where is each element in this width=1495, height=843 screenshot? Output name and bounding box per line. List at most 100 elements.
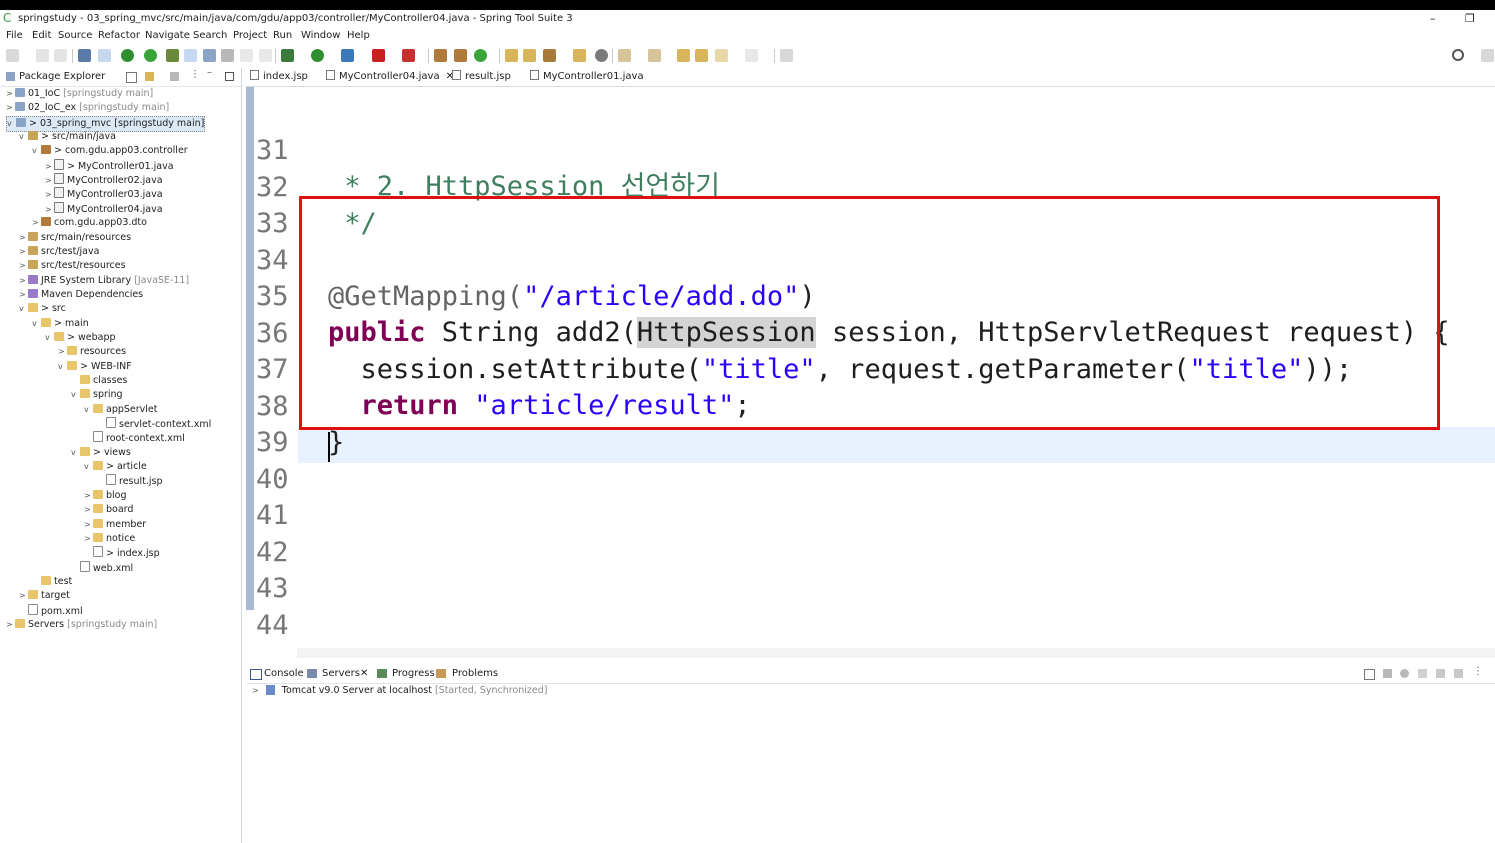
tree-item[interactable]: > src/main/resources <box>19 231 131 245</box>
minimize-button[interactable]: – <box>1430 10 1436 28</box>
menu-run[interactable]: Run <box>273 28 292 44</box>
save-icon[interactable] <box>36 49 49 62</box>
menu-window[interactable]: Window <box>301 28 340 44</box>
menu-search[interactable]: Search <box>193 28 227 44</box>
tree-item[interactable]: > src/test/java <box>19 245 99 259</box>
publish-icon[interactable] <box>1454 669 1463 678</box>
tree-item[interactable]: result.jsp <box>97 474 163 488</box>
menu-edit[interactable]: Edit <box>32 28 51 44</box>
tree-item[interactable]: > MyController02.java <box>45 173 163 187</box>
tree-item[interactable]: > member <box>84 518 146 532</box>
hierarchy-icon[interactable] <box>454 49 467 62</box>
new-class-icon[interactable] <box>474 49 487 62</box>
mark-icon[interactable] <box>184 49 197 62</box>
chevron-down-icon[interactable]: v <box>19 302 28 316</box>
save-all-icon[interactable] <box>54 49 67 62</box>
chevron-right-icon[interactable]: > <box>84 503 93 517</box>
chevron-right-icon[interactable]: > <box>19 245 28 259</box>
menu-source[interactable]: Source <box>58 28 92 44</box>
toggle-icon[interactable] <box>98 49 111 62</box>
refresh-icon[interactable] <box>144 49 157 62</box>
back-icon[interactable] <box>715 49 728 62</box>
pilcrow-icon[interactable] <box>240 49 253 62</box>
chevron-down-icon[interactable]: v <box>58 360 67 374</box>
tab-problems[interactable]: Problems <box>452 668 498 679</box>
link-editor-icon[interactable] <box>145 72 154 81</box>
nav-icon[interactable] <box>259 49 272 62</box>
profile-server-icon[interactable] <box>1418 669 1427 678</box>
tab-progress[interactable]: Progress <box>392 668 435 679</box>
chevron-right-icon[interactable]: > <box>19 274 28 288</box>
next-annotation-icon[interactable] <box>618 49 631 62</box>
stop-server-icon[interactable] <box>1436 669 1445 678</box>
tree-item[interactable]: > index.jsp <box>84 546 160 560</box>
search-tool-icon[interactable] <box>543 49 556 62</box>
tree-item[interactable]: > board <box>84 503 133 517</box>
boot-dashboard-icon[interactable] <box>121 49 134 62</box>
run-icon[interactable] <box>311 49 324 62</box>
tree-item[interactable]: > MyController04.java <box>45 201 163 216</box>
tab-result-jsp[interactable]: result.jsp <box>452 68 511 86</box>
tree-item[interactable]: > Maven Dependencies <box>19 288 143 302</box>
task-icon[interactable] <box>573 49 586 62</box>
last-edit-icon[interactable] <box>677 49 690 62</box>
horizontal-scrollbar[interactable] <box>297 648 1495 658</box>
chevron-right-icon[interactable]: > <box>32 216 41 230</box>
menu-help[interactable]: Help <box>347 28 370 44</box>
chevron-right-icon[interactable]: > <box>19 231 28 245</box>
perspective-icon[interactable] <box>1481 49 1494 62</box>
tree-item[interactable]: v > com.gdu.app03.controller <box>32 144 188 158</box>
maximize-view-icon[interactable] <box>225 72 234 81</box>
menu-project[interactable]: Project <box>233 28 267 44</box>
prev-annotation-icon[interactable] <box>648 49 661 62</box>
pin-editor-icon[interactable] <box>780 49 793 62</box>
tab-servers[interactable]: Servers <box>322 668 360 679</box>
tree-item[interactable]: v > src <box>19 302 66 316</box>
tree-item[interactable]: pom.xml <box>19 603 83 618</box>
tree-item[interactable]: v > main <box>32 317 89 331</box>
tree-item[interactable]: v appServlet <box>84 403 158 417</box>
expand-arrow-icon[interactable]: > <box>252 686 259 695</box>
filter-icon[interactable] <box>170 72 179 81</box>
terminal-icon[interactable] <box>78 49 91 62</box>
package-explorer-tab[interactable]: Package Explorer ⋮ – <box>0 67 241 87</box>
tree-item[interactable]: v > article <box>84 460 147 474</box>
chevron-right-icon[interactable]: > <box>6 618 15 632</box>
tree-item[interactable]: > src/test/resources <box>19 259 126 273</box>
chevron-down-icon[interactable]: v <box>32 144 41 158</box>
globe-icon[interactable] <box>595 49 608 62</box>
chevron-right-icon[interactable]: > <box>84 489 93 503</box>
forward-icon[interactable] <box>745 49 758 62</box>
collapse-all-icon[interactable] <box>126 72 137 83</box>
menu-file[interactable]: File <box>6 28 23 44</box>
chevron-down-icon[interactable]: v <box>7 117 16 131</box>
tree-item[interactable]: classes <box>71 374 127 388</box>
collapse-icon[interactable] <box>1364 669 1375 680</box>
tree-item[interactable]: >01_IoC [springstudy main] <box>6 87 153 101</box>
tree-item[interactable]: > notice <box>84 532 135 546</box>
restore-button[interactable]: ❐ <box>1465 10 1475 28</box>
stop-icon[interactable] <box>372 49 385 62</box>
open-type-icon[interactable] <box>434 49 447 62</box>
tree-item[interactable]: web.xml <box>71 560 133 575</box>
chevron-right-icon[interactable]: > <box>45 160 54 174</box>
chevron-down-icon[interactable]: v <box>19 130 28 144</box>
tree-item[interactable]: >02_IoC_ex [springstudy main] <box>6 101 169 115</box>
tree-item[interactable]: v spring <box>71 388 123 402</box>
chevron-right-icon[interactable]: > <box>6 101 15 115</box>
chevron-right-icon[interactable]: > <box>45 188 54 202</box>
tree-item[interactable]: > com.gdu.app03.dto <box>32 216 147 230</box>
tree-item[interactable]: > target <box>19 589 70 603</box>
tree-item[interactable]: > resources <box>58 345 126 359</box>
tree-item[interactable]: root-context.xml <box>84 431 185 445</box>
tree-item[interactable]: v > src/main/java <box>19 130 116 144</box>
view-menu-icon[interactable]: ⋮ <box>190 69 200 80</box>
tree-item[interactable]: servlet-context.xml <box>97 417 211 431</box>
chevron-right-icon[interactable]: > <box>19 259 28 273</box>
bottom-view-menu-icon[interactable]: ⋮ <box>1473 666 1483 677</box>
start-server-icon[interactable] <box>1400 669 1409 678</box>
tree-item[interactable]: > > MyController01.java <box>45 158 174 174</box>
back-edit-icon[interactable] <box>695 49 708 62</box>
chevron-right-icon[interactable]: > <box>45 174 54 188</box>
tree-item[interactable]: test <box>32 575 72 589</box>
